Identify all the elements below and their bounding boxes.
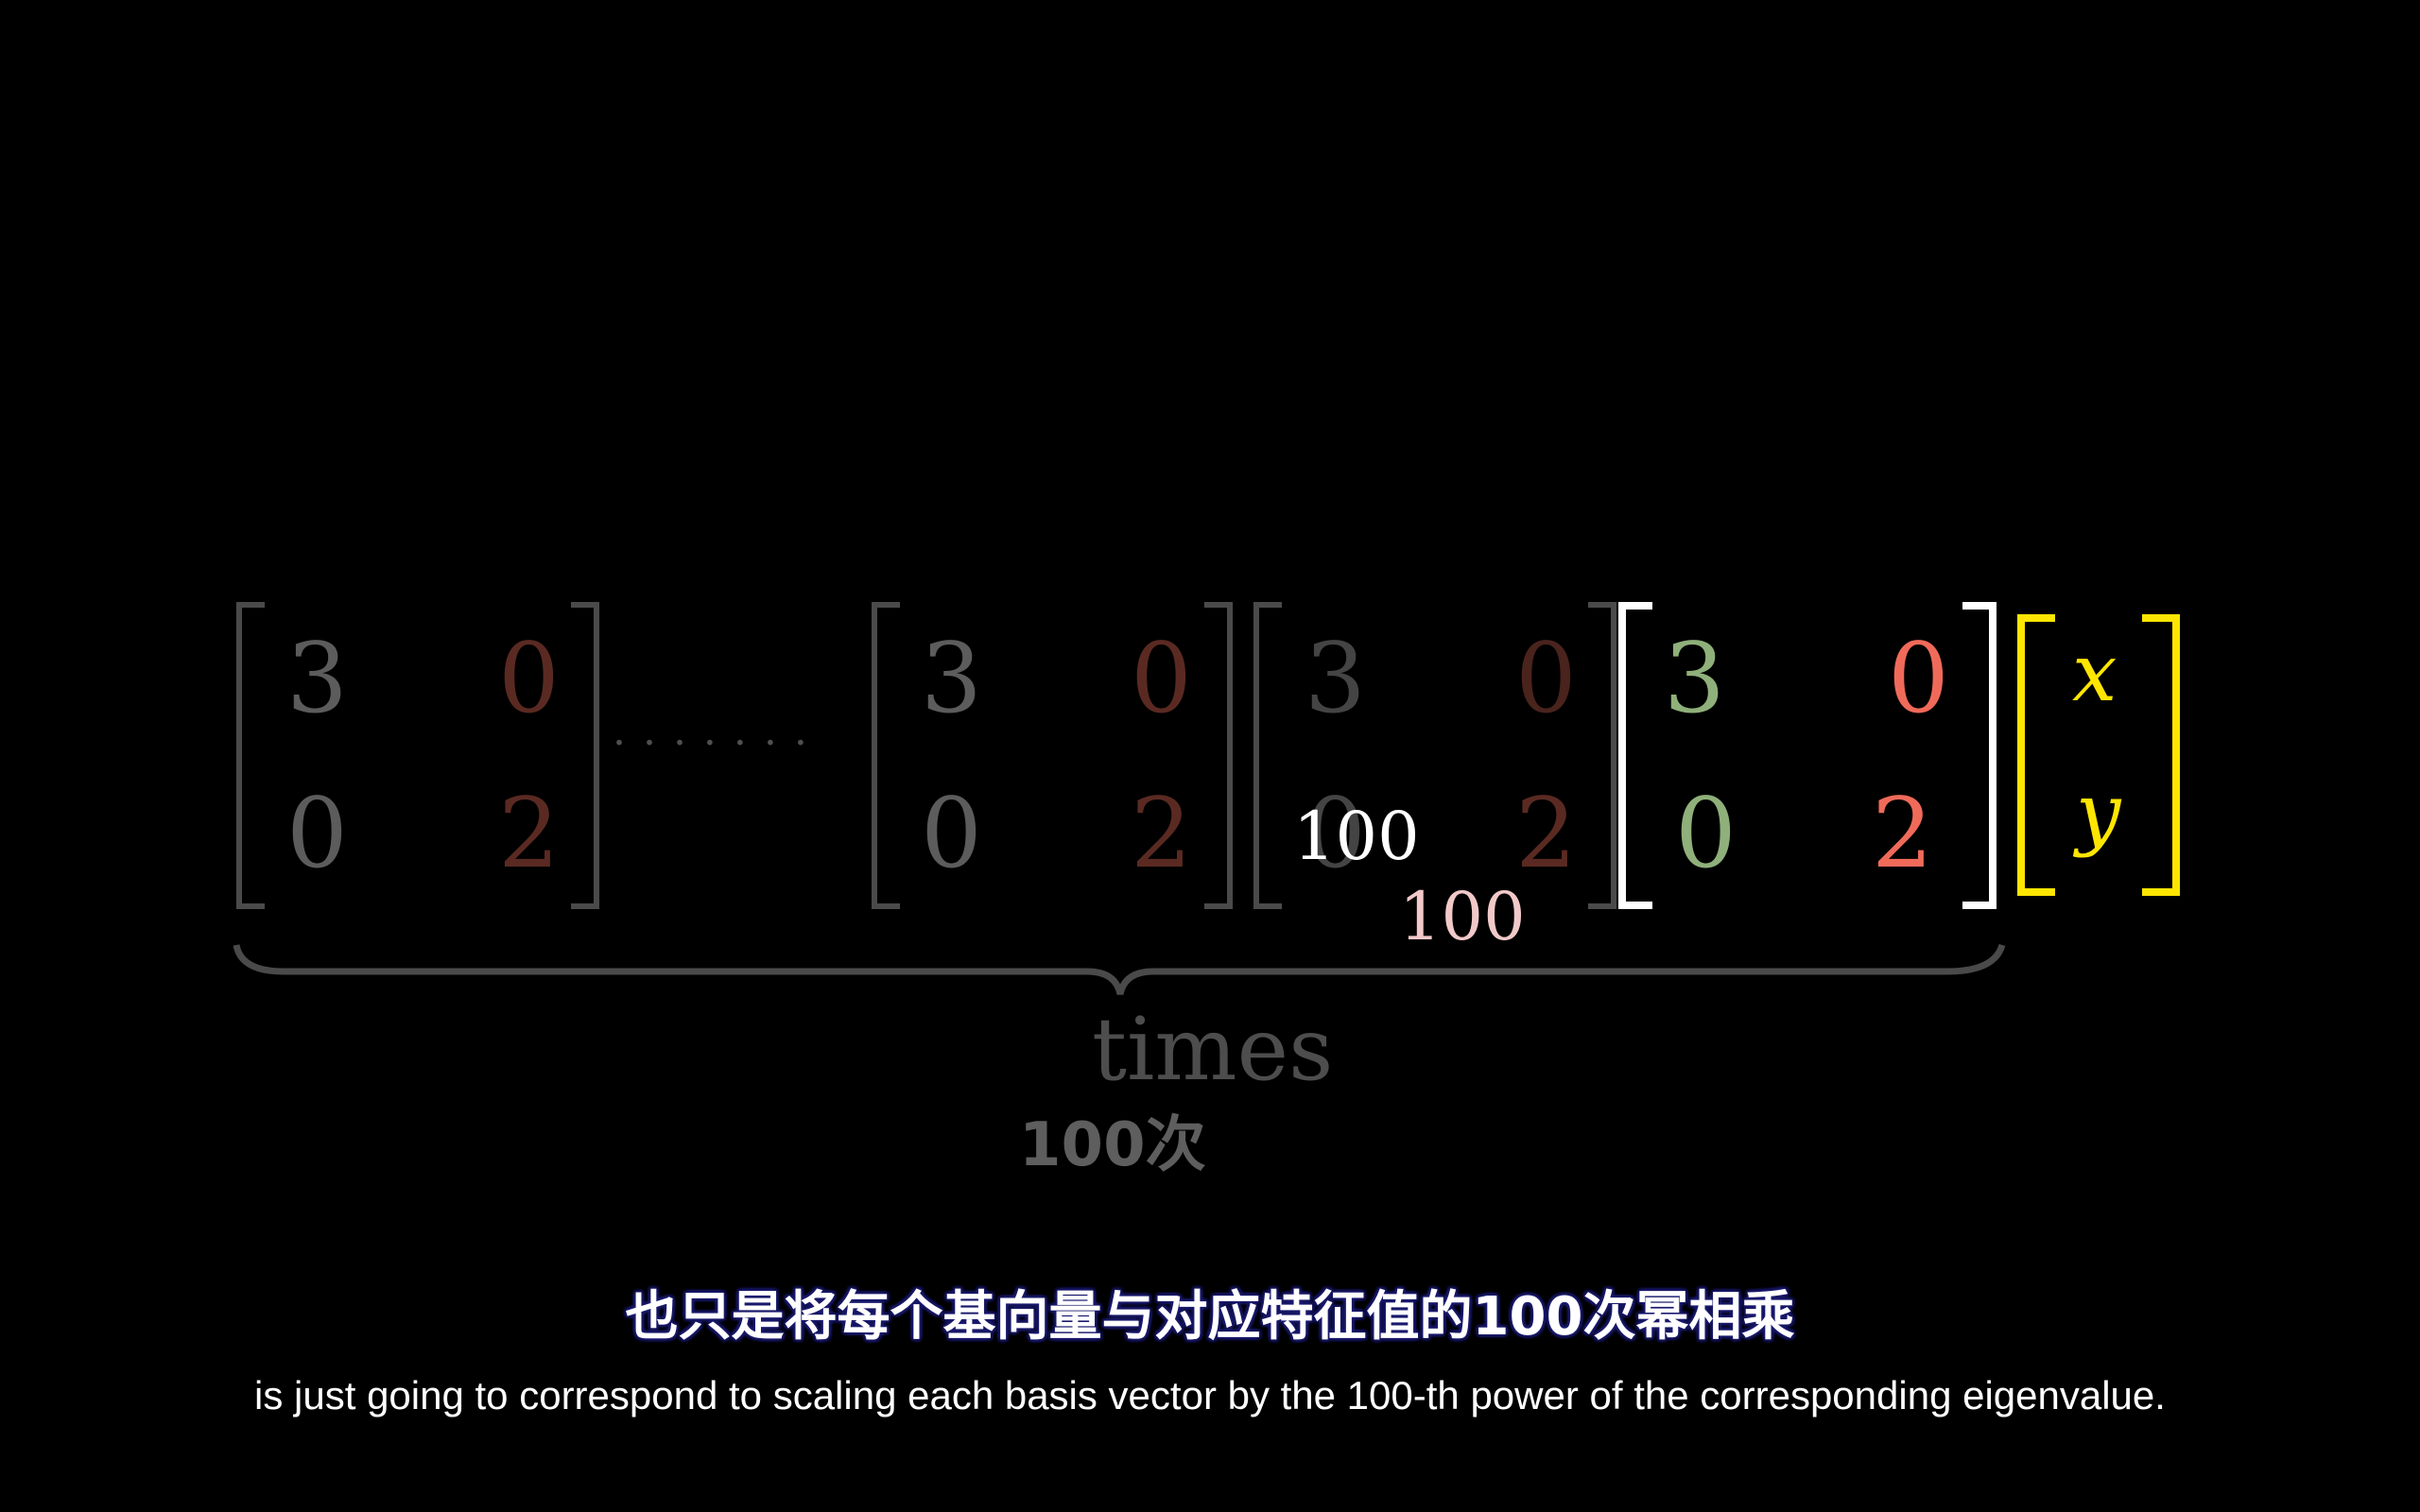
matrix-4-left-bracket	[1618, 602, 1652, 909]
matrix-3-b: 0	[1515, 623, 1577, 735]
subtitle-english: is just going to correspond to scaling e…	[254, 1373, 2166, 1418]
vector-x: x	[2072, 627, 2118, 719]
matrix-2-b: 0	[1131, 623, 1192, 735]
matrix-1-left-bracket	[236, 602, 265, 909]
matrix-4-c: 0	[1675, 778, 1737, 890]
matrix-4-right-bracket	[1962, 602, 1996, 909]
vector-right-bracket	[2142, 614, 2180, 896]
vector-left-bracket	[2017, 614, 2055, 896]
vector-y: y	[2076, 766, 2121, 859]
matrix-3-right-bracket	[1588, 602, 1616, 909]
matrix-3-a: 3	[1305, 623, 1366, 735]
matrix-1-c: 0	[286, 778, 348, 890]
matrix-3-left-bracket	[1253, 602, 1282, 909]
matrix-2-left-bracket	[872, 602, 900, 909]
exponent-label-white: 100	[1293, 798, 1420, 875]
ellipsis: . . . . . . .	[613, 707, 809, 755]
times-label: times	[1092, 999, 1334, 1100]
subtitle-chinese: 也只是将每个基向量与对应特征值的100次幂相乘	[625, 1286, 1795, 1348]
matrix-2-a: 3	[921, 623, 982, 735]
matrix-3-d: 2	[1515, 778, 1577, 890]
times-label-chinese: 100次	[1019, 1110, 1206, 1180]
matrix-1-b: 0	[498, 623, 560, 735]
matrix-4-b: 0	[1888, 623, 1949, 735]
video-frame: 3 0 0 2 . . . . . . . 3 0 0 2 3 0 0 2 10…	[0, 0, 2420, 1512]
matrix-1-a: 3	[286, 623, 348, 735]
matrix-2-right-bracket	[1204, 602, 1233, 909]
matrix-4-d: 2	[1872, 778, 1933, 890]
matrix-1-d: 2	[498, 778, 560, 890]
matrix-1-right-bracket	[571, 602, 599, 909]
matrix-4-a: 3	[1664, 623, 1725, 735]
matrix-2-d: 2	[1131, 778, 1192, 890]
matrix-2-c: 0	[921, 778, 982, 890]
exponent-label-pink: 100	[1399, 878, 1526, 955]
